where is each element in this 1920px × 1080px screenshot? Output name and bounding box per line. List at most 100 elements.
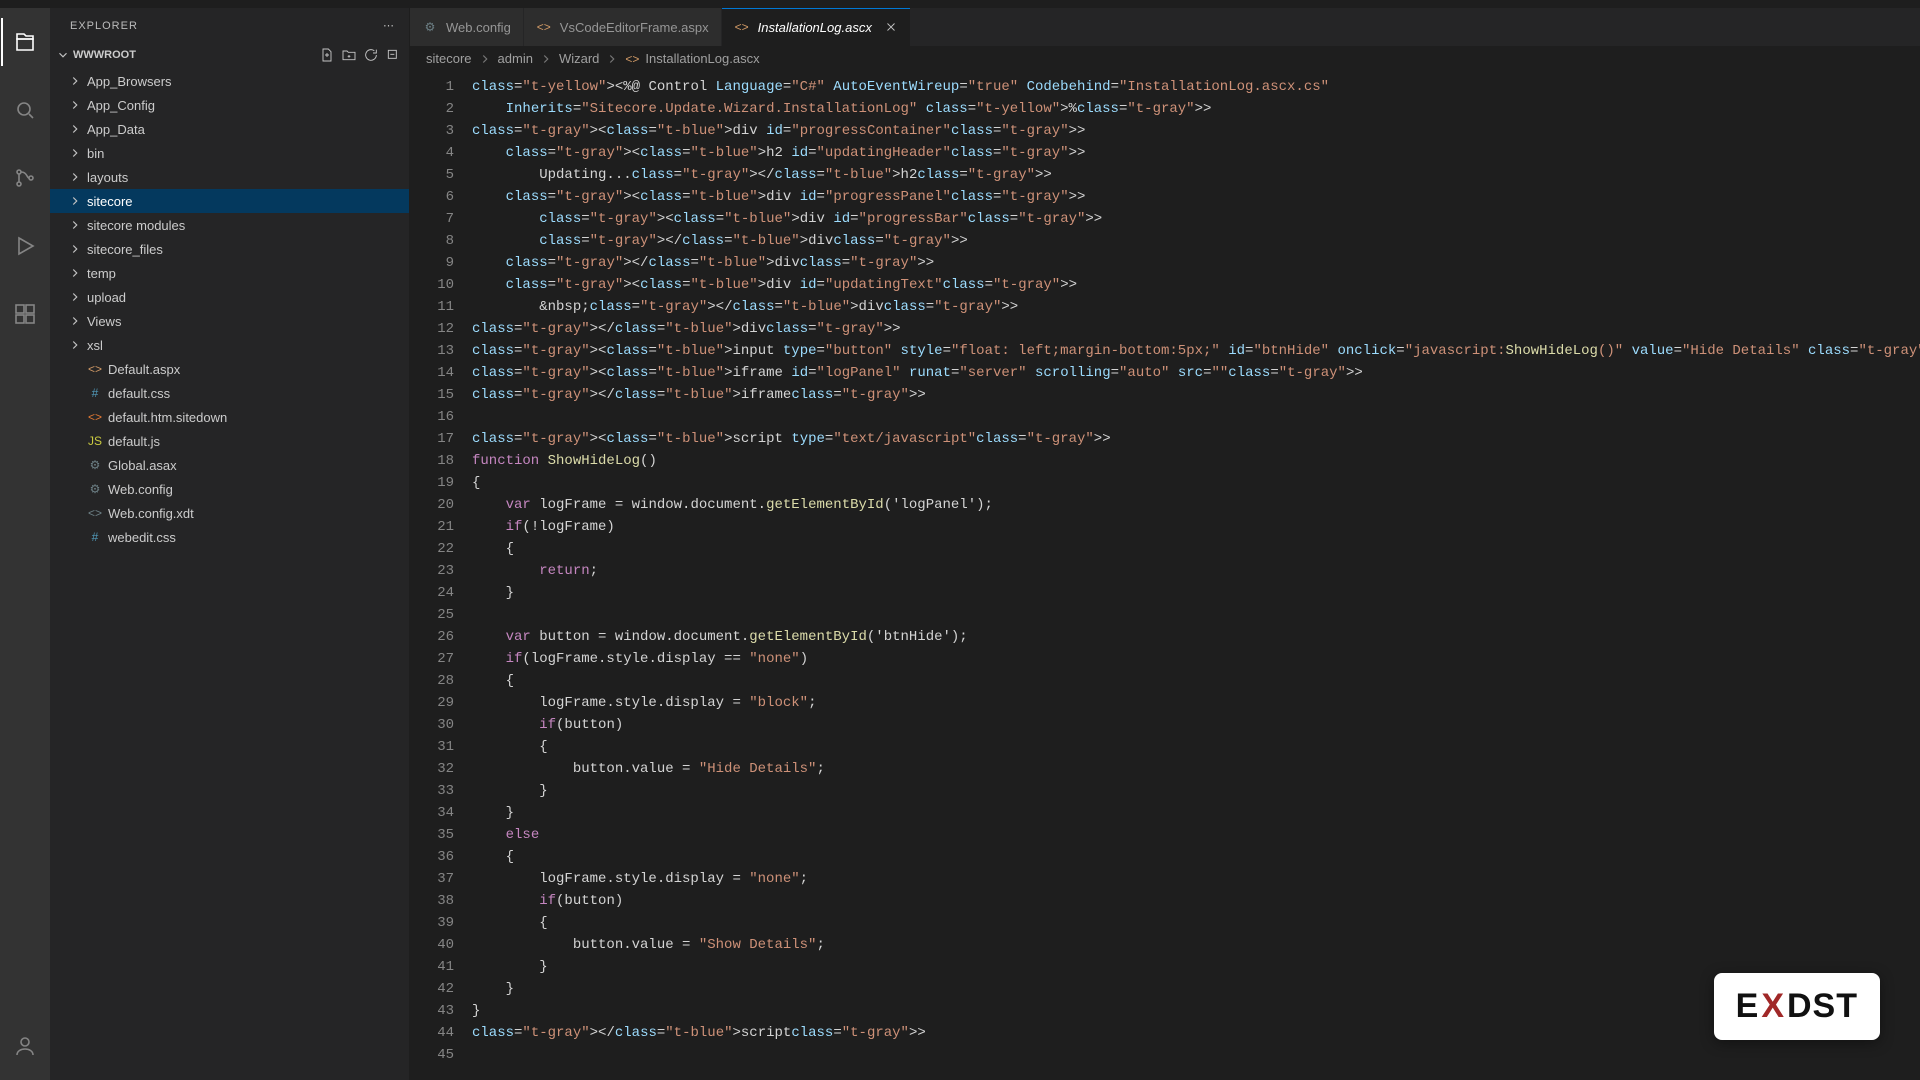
chevron-right-icon	[68, 122, 82, 136]
folder-App_Browsers[interactable]: App_Browsers	[50, 69, 409, 93]
file-label: Web.config	[108, 482, 173, 497]
run-debug-icon[interactable]	[1, 222, 49, 270]
line-number: 22	[410, 538, 454, 560]
folder-xsl[interactable]: xsl	[50, 333, 409, 357]
folder-label: xsl	[87, 338, 103, 353]
config-file-icon: ⚙	[87, 481, 103, 497]
code-line: logFrame.style.display = "none";	[472, 868, 1920, 890]
collapse-all-icon[interactable]	[385, 47, 401, 63]
breadcrumb-label: sitecore	[426, 51, 472, 66]
chevron-right-icon	[68, 146, 82, 160]
source-control-icon[interactable]	[1, 154, 49, 202]
folder-App_Config[interactable]: App_Config	[50, 93, 409, 117]
file-Default.aspx[interactable]: <> Default.aspx	[50, 357, 409, 381]
line-number: 16	[410, 406, 454, 428]
chevron-right-icon	[68, 290, 82, 304]
folder-temp[interactable]: temp	[50, 261, 409, 285]
chevron-right-icon	[68, 170, 82, 184]
file-default.js[interactable]: JS default.js	[50, 429, 409, 453]
breadcrumb-label: InstallationLog.ascx	[645, 51, 759, 66]
breadcrumb-item[interactable]: <> InstallationLog.ascx	[625, 51, 759, 66]
close-icon[interactable]	[884, 20, 898, 34]
sidebar-title: EXPLORER	[70, 20, 138, 32]
chevron-right-icon	[68, 242, 82, 256]
file-Web.config.xdt[interactable]: <> Web.config.xdt	[50, 501, 409, 525]
file-Global.asax[interactable]: ⚙ Global.asax	[50, 453, 409, 477]
code-line: }	[472, 978, 1920, 1000]
search-icon[interactable]	[1, 86, 49, 134]
code-line	[472, 406, 1920, 428]
file-webedit.css[interactable]: # webedit.css	[50, 525, 409, 549]
code-line: if(logFrame.style.display == "none")	[472, 648, 1920, 670]
file-default.css[interactable]: # default.css	[50, 381, 409, 405]
code-line: class="t-gray"></class="t-blue">scriptcl…	[472, 1022, 1920, 1044]
folder-layouts[interactable]: layouts	[50, 165, 409, 189]
code-line: class="t-gray"><class="t-blue">input typ…	[472, 340, 1920, 362]
line-number: 35	[410, 824, 454, 846]
section-actions	[319, 47, 401, 63]
watermark: E X DST	[1714, 973, 1880, 1040]
code-line: class="t-gray"></class="t-blue">iframecl…	[472, 384, 1920, 406]
watermark-x: X	[1761, 987, 1785, 1026]
file-tree: App_Browsers App_Config App_Data bin lay…	[50, 67, 409, 1080]
js-file-icon: JS	[87, 433, 103, 449]
folder-sitecore[interactable]: sitecore	[50, 189, 409, 213]
chevron-right-icon	[68, 338, 82, 352]
code-line: class="t-gray"><class="t-blue">div id="u…	[472, 274, 1920, 296]
code-editor[interactable]: class="t-yellow"><%@ Control Language="C…	[470, 72, 1920, 1080]
sidebar-more-icon[interactable]: ⋯	[383, 19, 395, 32]
chevron-right-icon	[68, 266, 82, 280]
editor-area: ⚙ Web.config <> VsCodeEditorFrame.aspx <…	[410, 8, 1920, 1080]
folder-label: bin	[87, 146, 104, 161]
code-line: class="t-gray"></class="t-blue">divclass…	[472, 318, 1920, 340]
folder-upload[interactable]: upload	[50, 285, 409, 309]
tab-InstallationLog.ascx[interactable]: <> InstallationLog.ascx	[722, 8, 911, 46]
explorer-icon[interactable]	[1, 18, 49, 66]
folder-bin[interactable]: bin	[50, 141, 409, 165]
file-label: default.js	[108, 434, 160, 449]
code-line: class="t-gray"><class="t-blue">div id="p…	[472, 208, 1920, 230]
folder-label: upload	[87, 290, 126, 305]
section-header[interactable]: WWWROOT	[50, 43, 409, 67]
tab-Web.config[interactable]: ⚙ Web.config	[410, 8, 524, 46]
chevron-right-icon	[68, 194, 82, 208]
breadcrumb-item[interactable]: admin	[498, 51, 533, 66]
line-number: 30	[410, 714, 454, 736]
folder-App_Data[interactable]: App_Data	[50, 117, 409, 141]
line-number: 19	[410, 472, 454, 494]
file-default.htm.sitedown[interactable]: <> default.htm.sitedown	[50, 405, 409, 429]
line-number: 11	[410, 296, 454, 318]
folder-sitecore-modules[interactable]: sitecore modules	[50, 213, 409, 237]
file-Web.config[interactable]: ⚙ Web.config	[50, 477, 409, 501]
line-number: 42	[410, 978, 454, 1000]
line-number: 4	[410, 142, 454, 164]
accounts-icon[interactable]	[1, 1022, 49, 1070]
chevron-down-icon	[56, 48, 70, 62]
breadcrumb-item[interactable]: Wizard	[559, 51, 599, 66]
chevron-right-icon	[478, 52, 492, 66]
title-bar	[0, 0, 1920, 8]
line-number: 25	[410, 604, 454, 626]
breadcrumbs: sitecore admin Wizard <> InstallationLog…	[410, 46, 1920, 72]
code-line: button.value = "Show Details";	[472, 934, 1920, 956]
new-folder-icon[interactable]	[341, 47, 357, 63]
code-line: &nbsp;class="t-gray"></class="t-blue">di…	[472, 296, 1920, 318]
refresh-icon[interactable]	[363, 47, 379, 63]
line-number: 9	[410, 252, 454, 274]
folder-label: Views	[87, 314, 121, 329]
breadcrumb-item[interactable]: sitecore	[426, 51, 472, 66]
tab-VsCodeEditorFrame.aspx[interactable]: <> VsCodeEditorFrame.aspx	[524, 8, 722, 46]
folder-sitecore_files[interactable]: sitecore_files	[50, 237, 409, 261]
line-number: 38	[410, 890, 454, 912]
new-file-icon[interactable]	[319, 47, 335, 63]
aspx-file-icon: <>	[734, 19, 750, 35]
folder-Views[interactable]: Views	[50, 309, 409, 333]
code-line: {	[472, 538, 1920, 560]
code-line: class="t-gray"><class="t-blue">div id="p…	[472, 120, 1920, 142]
extensions-icon[interactable]	[1, 290, 49, 338]
code-line: class="t-gray"></class="t-blue">divclass…	[472, 230, 1920, 252]
code-line: }	[472, 780, 1920, 802]
line-number: 3	[410, 120, 454, 142]
aspx-file-icon: <>	[536, 19, 552, 35]
code-wrap: 1234567891011121314151617181920212223242…	[410, 72, 1920, 1080]
